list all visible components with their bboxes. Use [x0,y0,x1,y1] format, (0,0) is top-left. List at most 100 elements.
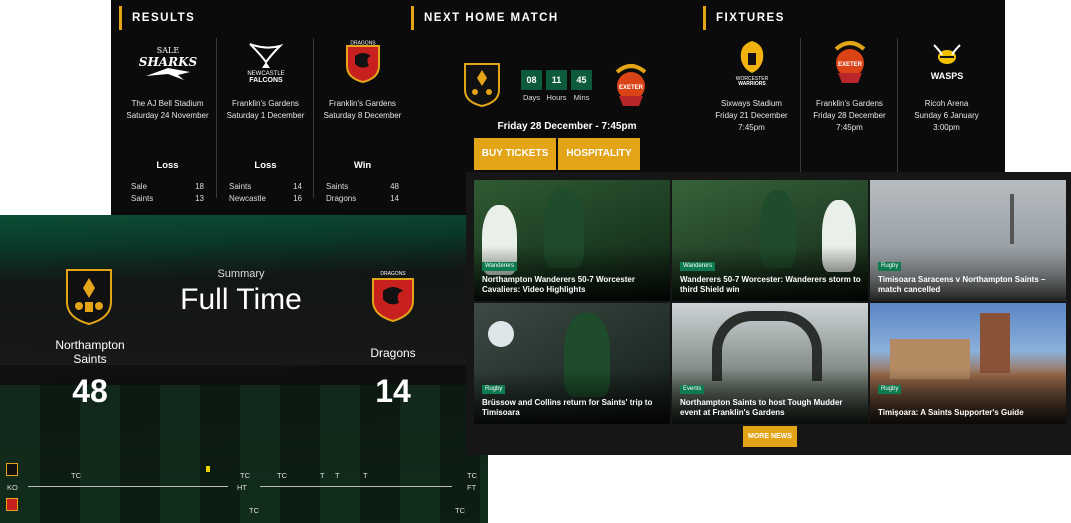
svg-text:EXETER: EXETER [837,62,862,68]
news-title: Timișoara: A Saints Supporter's Guide [878,408,1024,417]
saints-crest-icon [463,62,501,113]
countdown-timer: 08 Days 11 Hours 45 Mins [521,70,592,102]
timeline-event-tc: TC [249,506,259,515]
fixture-venue: Ricoh Arena [924,99,969,108]
result-venue: Franklin's Gardens [232,99,299,108]
timeline-event-tc: TC [277,471,287,480]
svg-text:FALCONS: FALCONS [249,77,283,84]
fixture-date: Friday 21 December [715,111,788,120]
away-team-score: 14 [375,373,411,409]
next-match-datetime: Friday 28 December - 7:45pm [497,121,637,132]
timeline-ht-label: HT [237,483,247,492]
countdown-label: Mins [573,93,590,102]
fixture-time: 7:45pm [738,123,765,132]
result-away-score: 13 [195,194,204,203]
svg-text:DRAGONS: DRAGONS [350,41,376,47]
result-outcome: Win [353,160,372,171]
timeline-event-t: T [320,471,325,480]
news-tag: Events [680,385,705,394]
result-date: Saturday 1 December [226,111,305,120]
timeline-ft-label: FT [467,483,477,492]
result-venue: The AJ Bell Stadium [131,99,204,108]
saints-crest-icon [65,268,113,331]
result-card[interactable]: DRAGONS Franklin's Gardens Saturday 8 De… [314,38,411,204]
result-home-team: Saints [229,182,252,191]
news-card[interactable]: Rugby Timisoara Saracens v Northampton S… [870,180,1066,301]
news-card[interactable]: Wanderers Northampton Wanderers 50-7 Wor… [474,180,670,301]
news-card[interactable]: Events Northampton Saints to host Tough … [672,303,868,424]
countdown-label: Hours [546,93,567,102]
home-team-score: 48 [72,373,108,409]
result-date: Saturday 24 November [126,111,209,120]
match-status: Full Time [180,283,302,316]
timeline-event-t: T [363,471,368,480]
result-outcome: Loss [156,160,179,171]
countdown-mins: 45 [571,70,592,90]
result-outcome: Loss [254,160,277,171]
news-title: Brüssow and Collins return for Saints' t… [482,398,653,417]
sale-sharks-logo: SALE SHARKS [119,38,216,86]
result-date: Saturday 8 December [323,111,402,120]
timeline-event-t: T [335,471,340,480]
dragons-logo: DRAGONS [314,38,411,86]
svg-text:WASPS: WASPS [930,71,963,81]
news-tag: Rugby [878,262,902,271]
dragons-crest-label: DRAGONS [380,271,406,277]
away-team-name: Dragons [370,346,416,360]
fixture-venue: Franklin's Gardens [816,99,883,108]
countdown-hours: 11 [546,70,567,90]
fixture-date: Friday 28 December [813,111,886,120]
svg-text:SALE: SALE [156,46,179,55]
results-heading: RESULTS [119,6,195,30]
result-home-team: Sale [131,182,148,191]
news-tag: Rugby [482,385,506,394]
svg-text:WARRIORS: WARRIORS [738,81,766,85]
timeline-event-tc: TC [240,471,250,480]
result-home-team: Saints [326,182,349,191]
svg-text:EXETER: EXETER [619,85,644,91]
news-title: Northampton Wanderers 50-7 Worcester Cav… [482,275,635,294]
fixtures-heading: FIXTURES [703,6,785,30]
news-tag: Wanderers [680,262,716,271]
home-team-name: Northampton Saints [55,338,125,366]
fixture-time: 7:45pm [836,123,863,132]
buy-tickets-button[interactable]: BUY TICKETS [474,138,556,170]
match-summary-panel: Summary Full Time DRAGONS Northampton Sa… [0,215,488,523]
svg-text:SHARKS: SHARKS [138,55,197,69]
dragons-mini-crest-icon [6,498,18,511]
saints-mini-crest-icon [6,463,18,476]
next-match-heading: NEXT HOME MATCH [411,6,559,30]
news-title: Northampton Saints to host Tough Mudder … [680,398,843,417]
more-news-button[interactable]: MORE NEWS [743,426,797,447]
composite-screenshot: RESULTS SALE SHARKS The AJ Bell Stadium … [0,0,1071,523]
news-card[interactable]: Wanderers Wanderers 50-7 Worcester: Wand… [672,180,868,301]
exeter-logo: EXETER [609,62,653,113]
result-card[interactable]: NEWCASTLE FALCONS Franklin's Gardens Sat… [217,38,314,203]
result-home-score: 48 [390,182,399,191]
result-card[interactable]: SALE SHARKS The AJ Bell Stadium Saturday… [119,38,216,203]
news-title: Timisoara Saracens v Northampton Saints … [878,275,1046,294]
fixture-date: Sunday 6 January [914,111,979,120]
news-tag: Rugby [878,385,902,394]
newcastle-falcons-logo: NEWCASTLE FALCONS [217,38,314,86]
timeline-event-tc: TC [71,471,81,480]
hospitality-button[interactable]: HOSPITALITY [558,138,640,170]
timeline-second-half [260,486,452,487]
results-section: RESULTS SALE SHARKS The AJ Bell Stadium … [119,0,411,218]
news-card[interactable]: Rugby Timișoara: A Saints Supporter's Gu… [870,303,1066,424]
news-panel: Wanderers Northampton Wanderers 50-7 Wor… [466,172,1071,455]
dragons-crest-icon [369,271,417,328]
worcester-warriors-logo: WORCESTER WARRIORS [703,38,800,86]
news-title: Wanderers 50-7 Worcester: Wanderers stor… [680,275,861,294]
news-card[interactable]: Rugby Brüssow and Collins return for Sai… [474,303,670,424]
timeline-event-tc: TC [467,471,477,480]
wasps-logo: WASPS [898,38,995,86]
summary-label: Summary [217,268,265,280]
timeline-event-tc: TC [455,506,465,515]
fixture-venue: Sixways Stadium [721,99,782,108]
result-home-score: 18 [195,182,204,191]
result-away-score: 16 [293,194,302,203]
timeline-first-half [28,486,228,487]
yellow-card-icon [206,466,210,472]
countdown-days: 08 [521,70,542,90]
